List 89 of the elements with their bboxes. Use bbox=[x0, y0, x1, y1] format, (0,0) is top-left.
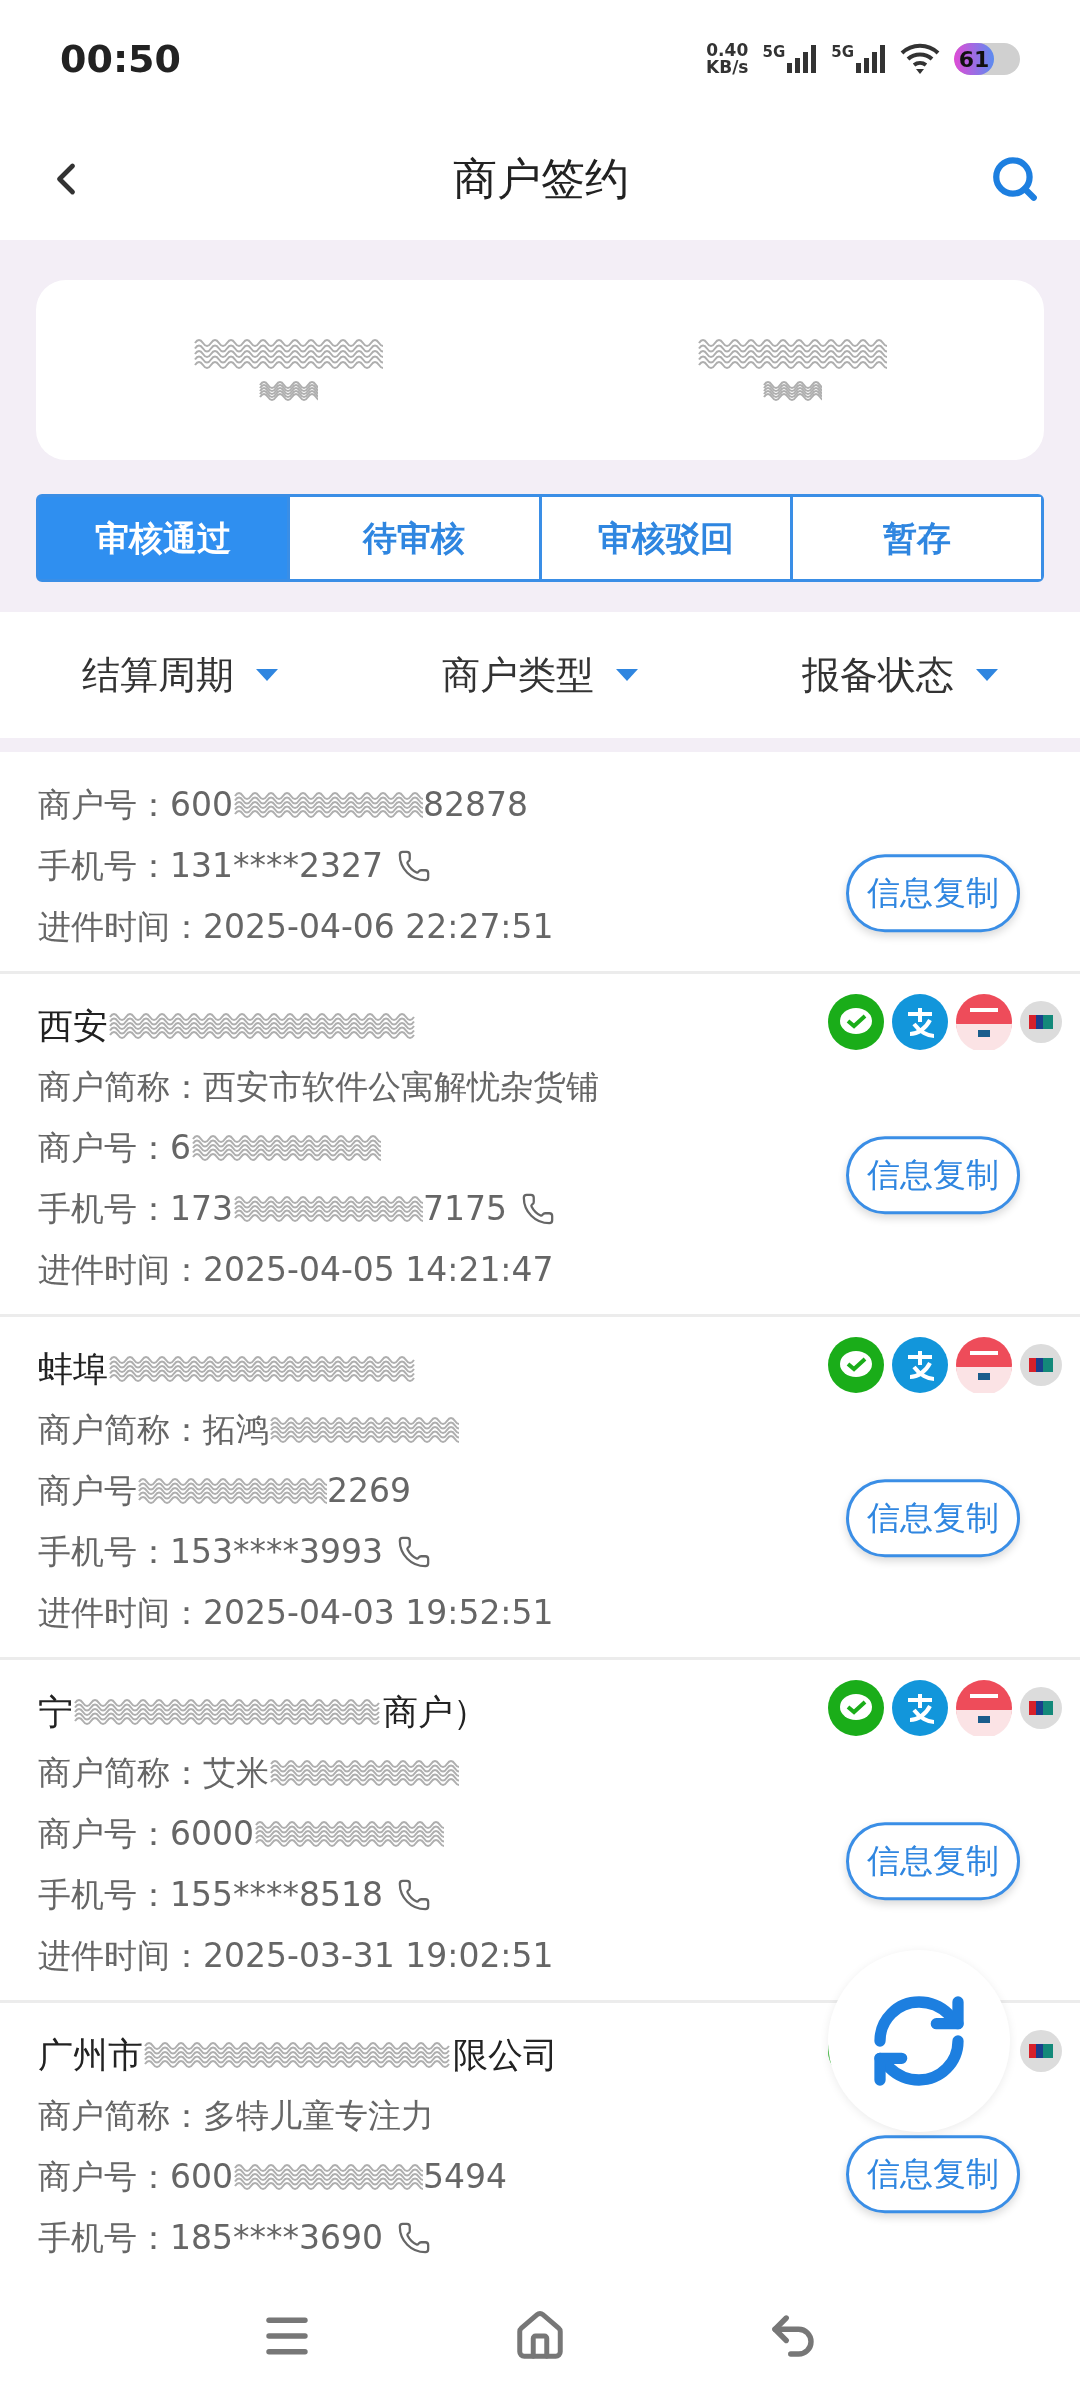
field-value: 艾米 bbox=[203, 1751, 269, 1794]
field-value: 2025-03-31 19:02:51 bbox=[203, 1934, 554, 1977]
field-label: 商户号： bbox=[38, 1812, 170, 1855]
copy-info-button[interactable]: 信息复制 bbox=[846, 853, 1020, 932]
chat-bubble-icon bbox=[828, 1337, 884, 1393]
field-label: 手机号： bbox=[38, 1530, 170, 1573]
network-type: 5G bbox=[831, 45, 854, 60]
network-speed-unit: KB/s bbox=[706, 59, 749, 76]
field-label: 手机号： bbox=[38, 1187, 170, 1230]
network-speed: 0.40 bbox=[706, 42, 749, 59]
card-logo-icon bbox=[1020, 1001, 1062, 1043]
field-label: 进件时间： bbox=[38, 905, 203, 948]
card-logo-icon bbox=[1020, 1687, 1062, 1729]
field-value: 2025-04-06 22:27:51 bbox=[203, 905, 554, 948]
field-value: 多特儿童专注力 bbox=[203, 2094, 434, 2137]
phone-icon[interactable] bbox=[397, 2220, 431, 2255]
status-time: 00:50 bbox=[60, 35, 181, 83]
phone-icon[interactable] bbox=[397, 1877, 431, 1912]
field-value: 82878 bbox=[423, 783, 528, 826]
field-value: 131****2327 bbox=[170, 844, 383, 887]
card-logo-icon bbox=[956, 994, 1012, 1050]
redaction-scribble bbox=[762, 379, 822, 403]
field-value: 155****8518 bbox=[170, 1873, 383, 1916]
field-value: 173 bbox=[170, 1187, 233, 1230]
status-tab[interactable]: 审核通过 bbox=[39, 497, 288, 579]
field-value: 153****3993 bbox=[170, 1530, 383, 1573]
field-value: 600 bbox=[170, 2155, 233, 2198]
field-value: 6 bbox=[170, 1126, 191, 1169]
field-label: 进件时间： bbox=[38, 1248, 203, 1291]
caret-icon bbox=[256, 669, 278, 681]
merchant-name: 广州市 bbox=[38, 2033, 143, 2077]
network-type: 5G bbox=[762, 45, 786, 60]
page-title: 商户签约 bbox=[453, 152, 629, 206]
card-logo-icon bbox=[956, 1337, 1012, 1393]
filter-dropdown[interactable]: 报备状态 bbox=[802, 646, 998, 704]
field-label: 商户号： bbox=[38, 783, 170, 826]
copy-info-button[interactable]: 信息复制 bbox=[846, 1822, 1020, 1901]
field-value: 拓鸿 bbox=[203, 1408, 269, 1451]
phone-icon[interactable] bbox=[397, 848, 431, 883]
field-label: 商户简称： bbox=[38, 1408, 203, 1451]
phone-icon[interactable] bbox=[521, 1191, 555, 1226]
pay-logo-icon bbox=[892, 994, 948, 1050]
field-label: 商户号 bbox=[38, 1469, 137, 1512]
caret-icon bbox=[976, 669, 998, 681]
field-label: 商户简称： bbox=[38, 2094, 203, 2137]
field-value: 西安市软件公寓解忧杂货铺 bbox=[203, 1065, 599, 1108]
battery-indicator: 61 bbox=[954, 43, 1020, 75]
card-logo-icon bbox=[1020, 1344, 1062, 1386]
copy-info-button[interactable]: 信息复制 bbox=[846, 1479, 1020, 1558]
field-label: 商户号： bbox=[38, 1126, 170, 1169]
field-label: 商户简称： bbox=[38, 1065, 203, 1108]
status-tab[interactable]: 暂存 bbox=[789, 497, 1041, 579]
search-button[interactable] bbox=[990, 154, 1040, 204]
field-label: 商户号： bbox=[38, 2155, 170, 2198]
field-label: 进件时间： bbox=[38, 1591, 203, 1634]
chat-bubble-icon bbox=[828, 994, 884, 1050]
merchant-name: 宁 bbox=[38, 1690, 73, 1734]
pay-logo-icon bbox=[892, 1680, 948, 1736]
filter-dropdown[interactable]: 结算周期 bbox=[82, 646, 278, 704]
field-value: 7175 bbox=[423, 1187, 507, 1230]
card-logo-icon bbox=[956, 1680, 1012, 1736]
merchant-name: 西安 bbox=[38, 1004, 108, 1048]
merchant-name: 限公司 bbox=[453, 2033, 558, 2077]
filter-dropdown[interactable]: 商户类型 bbox=[442, 646, 638, 704]
merchant-name: 蚌埠 bbox=[38, 1347, 108, 1391]
caret-icon bbox=[616, 669, 638, 681]
field-label: 进件时间： bbox=[38, 1934, 203, 1977]
field-value: 5494 bbox=[423, 2155, 507, 2198]
copy-info-button[interactable]: 信息复制 bbox=[846, 1136, 1020, 1215]
field-value: 2025-04-03 19:52:51 bbox=[203, 1591, 554, 1634]
field-label: 商户简称： bbox=[38, 1751, 203, 1794]
chat-bubble-icon bbox=[828, 1680, 884, 1736]
merchant-name: 商户） bbox=[383, 1690, 488, 1734]
card-logo-icon bbox=[1020, 2030, 1062, 2072]
field-label: 手机号： bbox=[38, 1873, 170, 1916]
wifi-icon bbox=[900, 43, 940, 75]
signal-icon bbox=[787, 45, 818, 73]
field-value: 185****3690 bbox=[170, 2216, 383, 2259]
field-value: 2025-04-05 14:21:47 bbox=[203, 1248, 554, 1291]
copy-info-button[interactable]: 信息复制 bbox=[846, 2134, 1020, 2213]
field-label: 手机号： bbox=[38, 844, 170, 887]
pay-logo-icon bbox=[892, 1337, 948, 1393]
field-value: 2269 bbox=[327, 1469, 411, 1512]
redaction-scribble bbox=[258, 379, 318, 403]
phone-icon[interactable] bbox=[397, 1534, 431, 1569]
signal-icon bbox=[856, 45, 886, 73]
field-label: 手机号： bbox=[38, 2216, 170, 2259]
field-value: 600 bbox=[170, 783, 233, 826]
field-value: 6000 bbox=[170, 1812, 254, 1855]
